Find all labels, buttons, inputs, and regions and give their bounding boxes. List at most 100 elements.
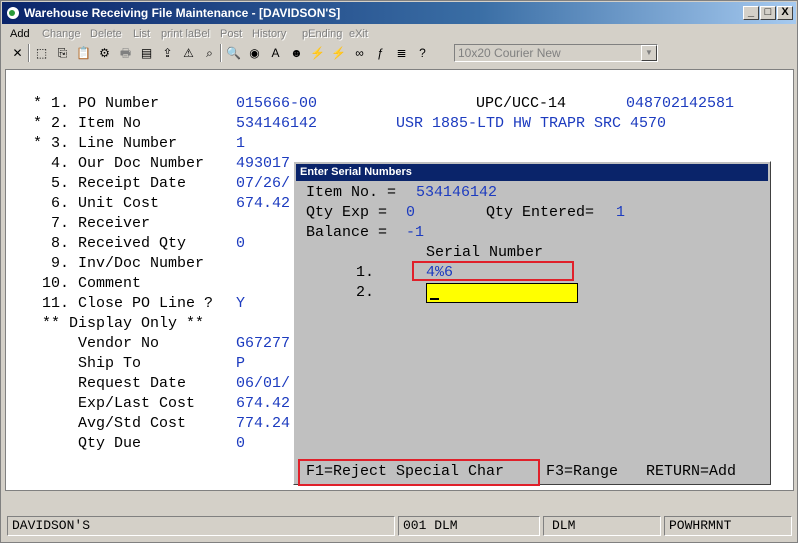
menu-item-history[interactable]: History (252, 25, 286, 43)
binoculars-tool-icon[interactable]: ⌕ (200, 43, 219, 63)
font-select[interactable]: 10x20 Courier New ▼ (454, 44, 658, 62)
warning-tool-icon[interactable]: ⚠ (179, 43, 198, 63)
paste-tool-icon[interactable]: 📋 (74, 43, 93, 63)
status-user-2: DLM (543, 516, 661, 536)
field-value[interactable]: G67277 (236, 334, 290, 354)
text-cursor (430, 298, 439, 300)
f3-range-hint[interactable]: F3=Range (546, 462, 618, 482)
user-tool-icon[interactable]: ☻ (287, 43, 306, 63)
field-value[interactable]: P (236, 354, 245, 374)
serial-number-input[interactable] (426, 283, 578, 303)
field-label: Exp/Last Cost (24, 395, 223, 412)
maximize-button[interactable]: □ (760, 6, 776, 20)
qty-entered-value: 1 (616, 204, 626, 221)
field-value[interactable]: 06/01/ (236, 374, 290, 394)
field-value[interactable]: 0 (236, 234, 245, 254)
dialog-item-value: 534146142 (416, 184, 498, 201)
search-tool-icon[interactable]: 🔍 (224, 43, 243, 63)
flash-tool-icon[interactable]: ⚡ (308, 43, 327, 63)
toolbar: 10x20 Courier New ▼ ✕ ⬚ ⎘ 📋 ⚙ 🖶 ▤ ⇪ ⚠ ⌕ 🔍 ◉ A ☻ ⚡ ⚡ ∞ ƒ ≣? (2, 42, 796, 66)
font-select-value: 10x20 Courier New (458, 46, 561, 60)
f1-hint-highlight (298, 459, 540, 486)
upc-label: UPC/UCC-14 (476, 95, 567, 112)
field-label: ** Display Only ** (24, 315, 223, 332)
field-value[interactable]: 534146142 (236, 114, 317, 134)
field-value[interactable]: 0 (236, 434, 245, 454)
menu-item-delete[interactable]: Delete (90, 25, 122, 43)
copy-tool-icon[interactable]: ⎘ (53, 43, 72, 63)
field-label: 11. Close PO Line ? (24, 295, 223, 312)
menu-item-print-label[interactable]: print laBel (161, 25, 210, 43)
menu-item-exit[interactable]: eXit (349, 25, 368, 43)
status-user: 001 DLM (398, 516, 540, 536)
serial-row-1-highlight (412, 261, 574, 281)
field-value[interactable]: 07/26/ (236, 174, 290, 194)
field-value[interactable]: 674.42 (236, 194, 290, 214)
field-label: * 1. PO Number (24, 95, 223, 112)
note-tool-icon[interactable]: ▤ (137, 43, 156, 63)
field-label: 8. Received Qty (24, 235, 223, 252)
toolbar-separator (220, 44, 222, 62)
field-label: * 2. Item No (24, 115, 223, 132)
serial-numbers-dialog: Enter Serial Numbers Item No. = 53414614… (293, 161, 771, 486)
export-tool-icon[interactable]: ⇪ (158, 43, 177, 63)
close-tool-icon[interactable]: ✕ (8, 43, 27, 63)
field-label: 5. Receipt Date (24, 175, 223, 192)
field-label: Vendor No (24, 335, 223, 352)
font-tool-icon[interactable]: A (266, 43, 285, 63)
help-tool-icon[interactable]: ? (413, 43, 432, 63)
field-value[interactable]: 015666-00 (236, 94, 317, 114)
status-bar: DAVIDSON'S 001 DLM DLM POWHRMNT (5, 514, 795, 538)
field-value[interactable]: 1 (236, 134, 245, 154)
item-description: USR 1885-LTD HW TRAPR SRC 4570 (396, 115, 667, 132)
serial-number-header: Serial Number (426, 244, 544, 261)
qty-exp-label: Qty Exp = (306, 204, 397, 221)
field-label: 6. Unit Cost (24, 195, 223, 212)
web-tool-icon[interactable]: ◉ (245, 43, 264, 63)
serial-row-1-number: 1. (356, 264, 375, 281)
dialog-title: Enter Serial Numbers (296, 164, 768, 181)
return-add-hint[interactable]: RETURN=Add (646, 462, 736, 482)
field-label: 4. Our Doc Number (24, 155, 223, 172)
menu-item-pending[interactable]: pEnding (302, 25, 342, 43)
function-tool-icon[interactable]: ƒ (371, 43, 390, 63)
field-label: 7. Receiver (24, 215, 223, 232)
toolbar-separator (28, 44, 30, 62)
menu-item-post[interactable]: Post (220, 25, 242, 43)
upc-value: 048702142581 (626, 95, 735, 112)
dialog-item-label: Item No. = (306, 184, 406, 201)
list-tool-icon[interactable]: ≣ (392, 43, 411, 63)
app-icon[interactable] (6, 6, 20, 20)
link-tool-icon[interactable]: ∞ (350, 43, 369, 63)
field-value[interactable]: 674.42 (236, 394, 290, 414)
menu-item-change[interactable]: Change (42, 25, 81, 43)
menu-item-add[interactable]: Add (10, 25, 30, 43)
balance-label: Balance = (306, 224, 397, 241)
field-label: Avg/Std Cost (24, 415, 223, 432)
field-label: Ship To (24, 355, 223, 372)
field-value[interactable]: 493017 (236, 154, 290, 174)
field-label: 10. Comment (24, 275, 223, 292)
close-button[interactable]: X (777, 6, 793, 20)
menu-item-list[interactable]: List (133, 25, 150, 43)
serial-row-2-number: 2. (356, 284, 375, 301)
balance-value: -1 (406, 224, 425, 241)
qty-entered-label: Qty Entered= (486, 204, 604, 221)
title-bar[interactable]: Warehouse Receiving File Maintenance - [… (2, 2, 796, 24)
field-label: Request Date (24, 375, 223, 392)
window-title: Warehouse Receiving File Maintenance - [… (24, 6, 341, 20)
chevron-down-icon[interactable]: ▼ (641, 45, 657, 61)
settings-tool-icon[interactable]: ⚙ (95, 43, 114, 63)
qty-exp-value: 0 (406, 204, 416, 221)
field-value[interactable]: Y (236, 294, 245, 314)
run-tool-icon[interactable]: ⚡ (329, 43, 348, 63)
menu-bar: Add Change Delete List print laBel Post Histor… (2, 25, 796, 43)
field-value[interactable]: 774.24 (236, 414, 290, 434)
status-company: DAVIDSON'S (7, 516, 395, 536)
minimize-button[interactable]: _ (743, 6, 759, 20)
select-tool-icon[interactable]: ⬚ (32, 43, 51, 63)
field-label: Qty Due (24, 435, 223, 452)
status-program: POWHRMNT (664, 516, 792, 536)
field-label: * 3. Line Number (24, 135, 223, 152)
print-tool-icon[interactable]: 🖶 (116, 43, 135, 63)
